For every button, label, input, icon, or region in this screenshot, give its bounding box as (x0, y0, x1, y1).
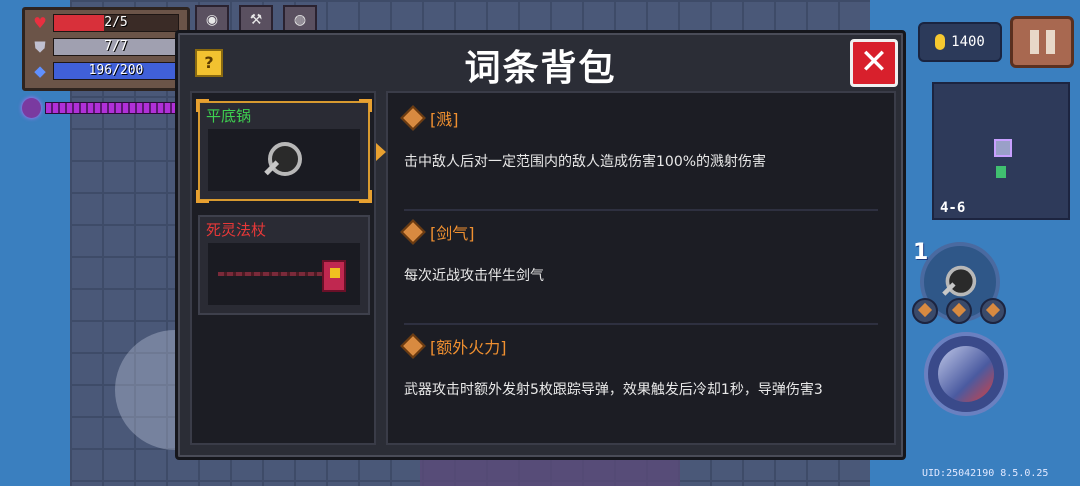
armor-bar: 7/7 (53, 38, 179, 56)
minimap[interactable]: 4-6 (932, 82, 1070, 220)
affix-description: 每次近战攻击伴生剑气 (404, 268, 544, 284)
pan-body (268, 142, 302, 176)
armor-text: 7/7 (104, 39, 128, 54)
affix-detail-panel: [溅] 击中敌人后对一定范围内的敌人造成伤害100%的溅射伤害 [剑气] 每次近… (386, 91, 896, 445)
pause-icon (1045, 30, 1055, 54)
divider (404, 323, 878, 325)
item-card-frying-pan[interactable]: 平底锅 (196, 99, 372, 203)
skill-energy-bar (22, 98, 192, 118)
weapon-affix-gems (912, 298, 1006, 324)
minimap-room (994, 139, 1012, 157)
affix-gem-icon (980, 298, 1006, 324)
affix-gem-icon (400, 219, 426, 245)
uid-label: UID:25042190 8.5.0.25 (922, 468, 1049, 479)
hp-bar: 2/5 (53, 14, 179, 32)
dialog-title: 词条背包 (464, 48, 617, 89)
affix-name: [剑气] (430, 224, 475, 243)
item-name: 平底锅 (206, 107, 252, 125)
frying-pan-icon (942, 264, 978, 300)
coin-value: 1400 (951, 34, 985, 50)
selection-arrow-icon (376, 143, 386, 161)
selection-corner (196, 190, 209, 203)
affix-bag-dialog: ? 词条背包 ✕ 平底锅 死灵法杖 [溅] 击中敌人后对一定范围内的敌人造成伤害… (175, 30, 906, 460)
selection-corner (359, 190, 372, 203)
energy-stat-bar: 196/200 (53, 62, 179, 80)
close-button[interactable]: ✕ (850, 39, 898, 87)
coin-counter: 1400 (918, 22, 1002, 62)
affix-gem-icon (400, 333, 426, 359)
affix-header: [剑气] (400, 219, 878, 245)
pan-body (945, 265, 977, 297)
coin-icon (935, 34, 946, 50)
energy-row: ◆ 196/200 (31, 62, 179, 80)
skill-icon (938, 346, 994, 402)
divider (404, 209, 878, 211)
selection-corner (359, 99, 372, 112)
pause-icon (1029, 30, 1039, 54)
affix-gem-icon (946, 298, 972, 324)
player-stats-panel: ♥ 2/5 ⛊ 7/7 ◆ 196/200 (22, 7, 190, 91)
level-indicator: 4-6 (940, 200, 966, 216)
affix-header: [溅] (400, 105, 878, 131)
affix-entry: [溅] 击中敌人后对一定范围内的敌人造成伤害100%的溅射伤害 (400, 105, 878, 173)
item-slot (208, 129, 360, 191)
affix-name: [溅] (430, 110, 459, 129)
weapon-slot-number: 1 (913, 240, 929, 265)
affix-name: [额外火力] (430, 338, 507, 357)
item-list: 平底锅 死灵法杖 (190, 91, 376, 445)
skill-button[interactable] (924, 332, 1008, 416)
hp-text: 2/5 (104, 15, 128, 30)
item-card-necro-staff[interactable]: 死灵法杖 (198, 215, 370, 315)
energy-text: 196/200 (88, 63, 144, 78)
item-name: 死灵法杖 (206, 221, 267, 239)
item-slot (208, 243, 360, 305)
energy-icon: ◆ (34, 62, 46, 80)
affix-gem-icon (400, 105, 426, 131)
frying-pan-icon (264, 140, 304, 180)
staff-gem (330, 268, 340, 278)
shield-icon: ⛊ (34, 38, 46, 56)
minimap-player (996, 166, 1006, 178)
armor-row: ⛊ 7/7 (31, 38, 179, 56)
staff-rod (218, 272, 322, 276)
affix-entry: [额外火力] 武器攻击时额外发射5枚跟踪导弹，效果触发后冷却1秒，导弹伤害3 (400, 333, 878, 401)
staff-icon (214, 254, 354, 294)
affix-entry: [剑气] 每次近战攻击伴生剑气 (400, 219, 878, 287)
heart-icon: ♥ (33, 14, 47, 32)
affix-header: [额外火力] (400, 333, 878, 359)
skill-energy-track (45, 102, 192, 114)
pause-button[interactable] (1010, 16, 1074, 68)
skill-charge-icon (22, 98, 42, 118)
affix-gem-icon (912, 298, 938, 324)
affix-description: 武器攻击时额外发射5枚跟踪导弹，效果触发后冷却1秒，导弹伤害3 (404, 382, 823, 398)
affix-description: 击中敌人后对一定范围内的敌人造成伤害100%的溅射伤害 (404, 154, 767, 170)
hp-row: ♥ 2/5 (31, 14, 179, 32)
